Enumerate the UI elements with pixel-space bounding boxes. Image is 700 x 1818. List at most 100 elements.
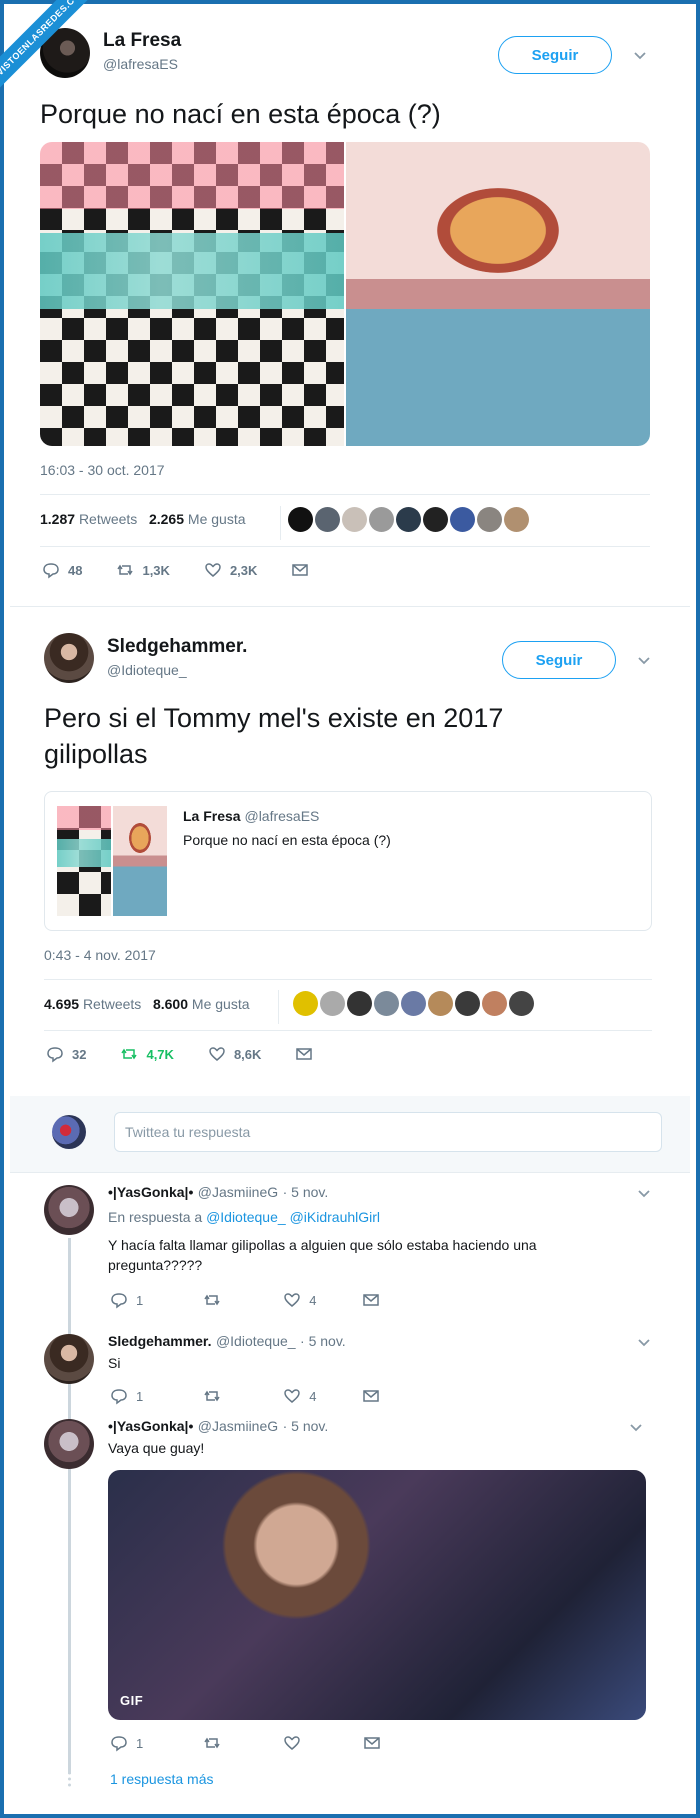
reply-icon <box>111 1389 127 1405</box>
like-button[interactable]: 2,3K <box>204 561 257 579</box>
author-name[interactable]: •|YasGonka|• <box>108 1418 193 1434</box>
tweet-actions: 32 4,7K 8,6K <box>46 1045 347 1063</box>
divider <box>44 979 652 980</box>
divider <box>280 506 281 540</box>
avatar[interactable] <box>347 991 372 1016</box>
avatar[interactable] <box>450 507 475 532</box>
avatar[interactable] <box>315 507 340 532</box>
avatar[interactable] <box>428 991 453 1016</box>
author-handle[interactable]: @JasmiineG <box>198 1184 278 1200</box>
avatar[interactable] <box>504 507 529 532</box>
avatar[interactable] <box>44 1185 94 1235</box>
retweet-button[interactable]: 4,7K <box>120 1045 174 1063</box>
avatar[interactable] <box>288 507 313 532</box>
avatar[interactable] <box>293 991 318 1016</box>
quoted-author: La Fresa @lafresaES <box>183 808 320 824</box>
reply-time[interactable]: · 5 nov. <box>283 1184 329 1200</box>
tweet-timestamp[interactable]: 0:43 - 4 nov. 2017 <box>44 947 156 963</box>
liked-by-avatars[interactable] <box>288 507 531 532</box>
retweet-button[interactable] <box>203 1291 221 1309</box>
chevron-down-icon[interactable] <box>637 654 651 668</box>
tweet-text: Pero si el Tommy mel's existe en 2017 gi… <box>44 703 504 769</box>
reply-text: Y hacía falta llamar gilipollas a alguie… <box>108 1237 537 1273</box>
quoted-tweet[interactable]: La Fresa @lafresaES Porque no nací en es… <box>44 791 652 931</box>
chevron-down-icon[interactable] <box>629 1421 643 1435</box>
divider <box>10 606 690 607</box>
reply-icon <box>111 1736 127 1752</box>
show-more-replies-link[interactable]: 1 respuesta más <box>110 1771 214 1787</box>
heart-icon <box>284 1736 300 1750</box>
follow-button[interactable]: Seguir <box>502 641 616 679</box>
author-handle[interactable]: @lafresaES <box>103 56 178 72</box>
retweet-button[interactable] <box>203 1387 221 1405</box>
author-handle[interactable]: @JasmiineG <box>198 1418 278 1434</box>
like-button[interactable]: 8,6K <box>208 1045 261 1063</box>
tweet-timestamp[interactable]: 16:03 - 30 oct. 2017 <box>40 462 165 478</box>
avatar[interactable] <box>44 1334 94 1384</box>
reply-button[interactable]: 1 <box>110 1734 143 1752</box>
author-name[interactable]: La Fresa <box>103 30 181 52</box>
retweet-count: 1,3K <box>142 562 170 578</box>
like-button[interactable]: 4 <box>283 1291 316 1309</box>
avatar[interactable] <box>423 507 448 532</box>
retweet-stats[interactable]: 1.287 Retweets 2.265 Me gusta <box>40 511 246 527</box>
avatar[interactable] <box>342 507 367 532</box>
avatar[interactable] <box>44 1419 94 1469</box>
dm-button[interactable] <box>295 1045 313 1063</box>
envelope-icon <box>363 1390 380 1402</box>
heart-icon <box>209 1047 225 1061</box>
dm-button[interactable] <box>362 1387 380 1405</box>
reply-time[interactable]: · 5 nov. <box>283 1418 329 1434</box>
reply-text: Si <box>108 1355 121 1371</box>
avatar[interactable] <box>44 633 94 683</box>
avatar[interactable] <box>455 991 480 1016</box>
diner-photo-2[interactable] <box>346 142 650 446</box>
tweet-media[interactable] <box>40 142 650 446</box>
retweet-icon <box>204 1737 220 1749</box>
diner-photo-1 <box>57 806 111 916</box>
retweet-button[interactable] <box>203 1734 221 1752</box>
liked-by-avatars[interactable] <box>293 991 536 1016</box>
like-button[interactable]: 4 <box>283 1387 316 1405</box>
author-handle[interactable]: @Idioteque_ <box>107 662 187 678</box>
retweet-button[interactable]: 1,3K <box>116 561 170 579</box>
mention-link[interactable]: @iKidrauhlGirl <box>290 1209 380 1225</box>
reply-input[interactable]: Twittea tu respuesta <box>114 1112 662 1152</box>
chevron-down-icon[interactable] <box>637 1187 651 1201</box>
retweet-count: 4,7K <box>146 1046 174 1062</box>
diner-photo-1[interactable] <box>40 142 344 446</box>
reply-button[interactable]: 1 <box>110 1291 143 1309</box>
avatar[interactable] <box>369 507 394 532</box>
follow-button[interactable]: Seguir <box>498 36 612 74</box>
chevron-down-icon[interactable] <box>633 49 647 63</box>
author-handle[interactable]: @Idioteque_ <box>216 1333 296 1349</box>
reply-composer: Twittea tu respuesta <box>10 1096 690 1172</box>
tweet-actions: 48 1,3K 2,3K <box>42 561 343 579</box>
avatar[interactable] <box>482 991 507 1016</box>
dm-button[interactable] <box>363 1734 381 1752</box>
dm-button[interactable] <box>362 1291 380 1309</box>
avatar[interactable] <box>509 991 534 1016</box>
avatar[interactable] <box>401 991 426 1016</box>
like-count: 2,3K <box>229 562 258 578</box>
author-name[interactable]: Sledgehammer. <box>107 636 247 658</box>
author-name[interactable]: •|YasGonka|• <box>108 1184 193 1200</box>
reply-time[interactable]: · 5 nov. <box>300 1333 346 1349</box>
avatar[interactable] <box>396 507 421 532</box>
gif-media[interactable]: GIF <box>108 1470 646 1720</box>
retweet-stats[interactable]: 4.695 Retweets 8.600 Me gusta <box>44 996 250 1012</box>
reply-button[interactable]: 48 <box>42 561 82 579</box>
avatar[interactable] <box>320 991 345 1016</box>
divider <box>40 494 650 495</box>
avatar[interactable] <box>477 507 502 532</box>
like-button[interactable] <box>283 1734 301 1752</box>
author-name[interactable]: Sledgehammer. <box>108 1333 212 1349</box>
avatar[interactable] <box>374 991 399 1016</box>
mention-link[interactable]: @Idioteque_ <box>206 1209 286 1225</box>
dm-button[interactable] <box>291 561 309 579</box>
reply-button[interactable]: 32 <box>46 1045 86 1063</box>
more-dots-icon <box>66 1771 73 1787</box>
retweet-icon <box>204 1390 220 1402</box>
chevron-down-icon[interactable] <box>637 1336 651 1350</box>
reply-button[interactable]: 1 <box>110 1387 143 1405</box>
